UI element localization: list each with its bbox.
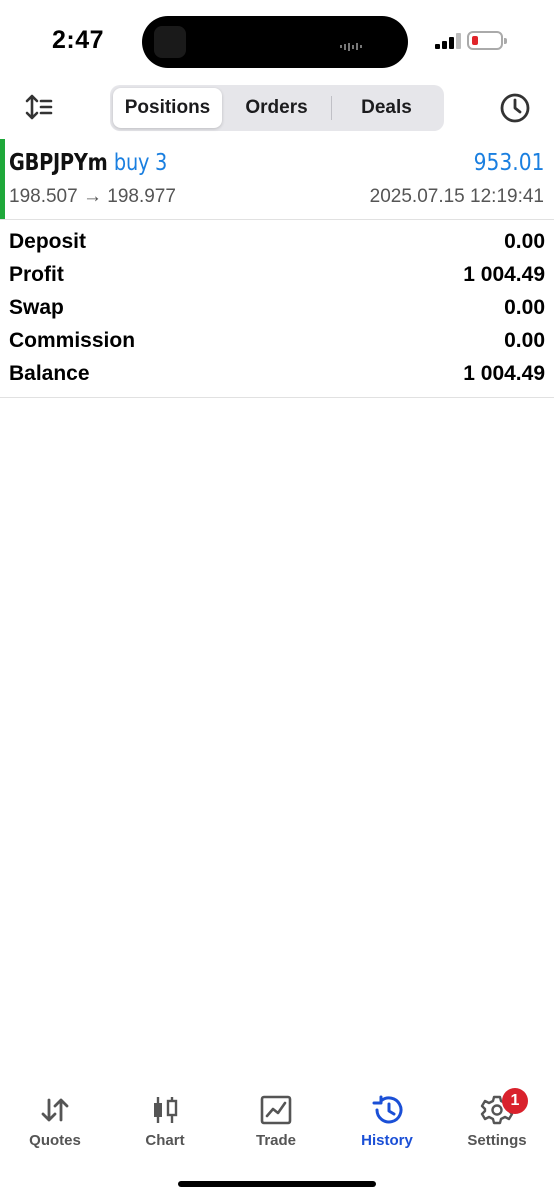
summary-row-swap: Swap 0.00: [0, 292, 554, 325]
nav-label: Trade: [255, 1132, 297, 1149]
tab-orders[interactable]: Orders: [222, 88, 331, 128]
nav-quotes[interactable]: Quotes: [0, 1090, 110, 1160]
summary-label: Profit: [9, 263, 64, 286]
summary-row-commission: Commission 0.00: [0, 325, 554, 358]
top-toolbar: Positions Orders Deals: [0, 84, 554, 132]
nav-history[interactable]: History: [332, 1090, 442, 1160]
bottom-tab-bar: Quotes Chart Trade History Settings 1: [0, 1088, 554, 1160]
summary-label: Balance: [9, 362, 90, 385]
position-prices: 198.507 → 198.977: [9, 186, 176, 208]
history-icon: [372, 1095, 403, 1124]
audio-activity-icon: [340, 38, 372, 51]
summary-value: 0.00: [504, 329, 545, 352]
status-time: 2:47: [52, 26, 105, 54]
dynamic-island: [142, 16, 408, 68]
camera-icon: [154, 26, 186, 58]
price-arrow: →: [82, 186, 102, 207]
home-indicator: [178, 1181, 376, 1187]
battery-icon: [467, 31, 507, 50]
summary-value: 1 004.49: [463, 362, 545, 385]
tab-positions[interactable]: Positions: [113, 88, 222, 128]
summary-label: Commission: [9, 329, 136, 352]
tab-deals[interactable]: Deals: [332, 88, 441, 128]
nav-label: Settings: [467, 1132, 527, 1149]
position-symbol: GBPJPYm buy 3: [9, 150, 167, 176]
nav-chart[interactable]: Chart: [110, 1090, 220, 1160]
notification-badge: 1: [502, 1088, 528, 1114]
sort-icon[interactable]: [24, 92, 54, 122]
nav-label: Chart: [145, 1132, 185, 1149]
quotes-icon: [41, 1098, 69, 1122]
cellular-signal-icon: [435, 33, 461, 49]
close-price: 198.977: [107, 186, 176, 207]
trade-icon: [260, 1095, 292, 1125]
position-profit: 953.01: [473, 150, 544, 176]
nav-settings[interactable]: Settings 1: [442, 1088, 552, 1160]
summary-row-profit: Profit 1 004.49: [0, 259, 554, 292]
nav-trade[interactable]: Trade: [221, 1090, 331, 1160]
nav-label: History: [361, 1132, 413, 1149]
summary-row-deposit: Deposit 0.00: [0, 226, 554, 259]
buy-indicator-bar: [0, 139, 5, 219]
summary-value: 0.00: [504, 296, 545, 319]
status-bar: 2:47: [0, 0, 554, 80]
summary-row-balance: Balance 1 004.49: [0, 358, 554, 391]
position-time: 2025.07.15 12:19:41: [369, 186, 544, 207]
open-price: 198.507: [9, 186, 78, 207]
clock-icon[interactable]: [499, 92, 531, 124]
summary-value: 0.00: [504, 230, 545, 253]
position-row[interactable]: GBPJPYm buy 3 953.01 198.507 → 198.977 2…: [0, 138, 554, 220]
history-segmented-control: Positions Orders Deals: [110, 85, 444, 131]
nav-label: Quotes: [29, 1132, 81, 1149]
chart-icon: [154, 1097, 178, 1123]
summary-label: Swap: [9, 296, 64, 319]
symbol-name: GBPJPYm: [9, 150, 108, 176]
position-side: buy 3: [113, 150, 168, 176]
summary-label: Deposit: [9, 230, 87, 253]
summary-section: Deposit 0.00 Profit 1 004.49 Swap 0.00 C…: [0, 226, 554, 398]
summary-value: 1 004.49: [463, 263, 545, 286]
